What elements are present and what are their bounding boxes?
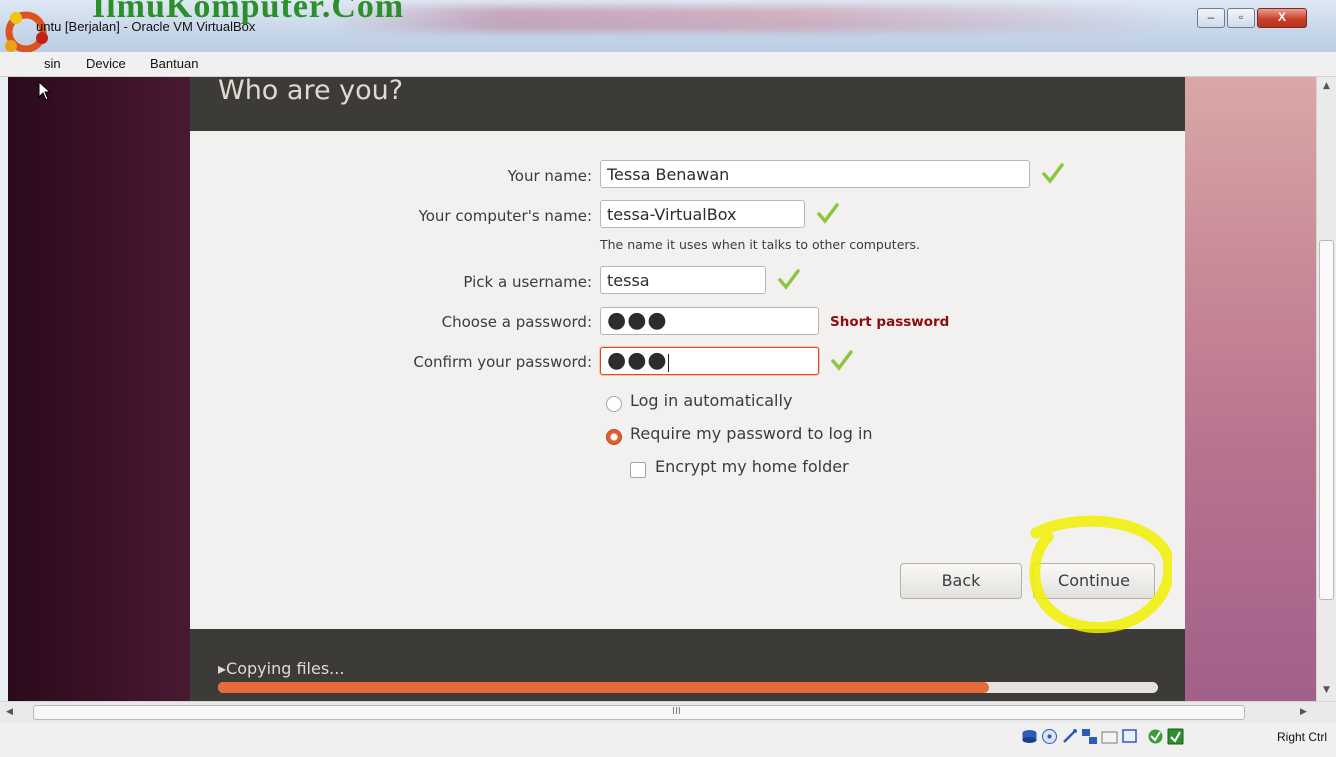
menu-device[interactable]: Device	[86, 56, 126, 71]
checkmark-icon	[831, 350, 853, 371]
titlebar-glow	[330, 6, 1170, 32]
keyboard-capture-icon[interactable]	[1167, 728, 1184, 745]
maximize-button[interactable]: ▫	[1227, 8, 1255, 28]
computer-name-label: Your computer's name:	[418, 207, 592, 225]
expander-arrow-icon: ▸	[218, 659, 227, 678]
password-input[interactable]: ●●●	[600, 307, 819, 335]
checkmark-icon	[1042, 163, 1064, 184]
maximize-icon: ▫	[1238, 10, 1244, 24]
vertical-scrollbar[interactable]: ▲ ▼	[1316, 77, 1336, 701]
username-input[interactable]: tessa	[600, 266, 766, 294]
desktop-wallpaper	[1185, 77, 1316, 701]
network-icon[interactable]	[1081, 728, 1098, 745]
scroll-grip: III	[672, 706, 681, 717]
installer-footer: ▸Copying files...	[190, 629, 1185, 701]
installer-header: Who are you?	[190, 77, 1185, 131]
checkmark-icon	[817, 203, 839, 224]
window-titlebar: IlmuKomputer.Com untu [Berjalan] - Oracl…	[0, 0, 1336, 53]
auto-login-radio[interactable]	[606, 396, 622, 412]
copying-files-label: Copying files...	[226, 659, 345, 678]
confirm-password-input[interactable]: ●●●	[600, 347, 819, 375]
optical-drive-icon[interactable]	[1041, 728, 1058, 745]
scroll-right-arrow-icon[interactable]: ▶	[1300, 707, 1307, 717]
checkmark-icon	[778, 269, 800, 290]
minimize-icon: –	[1207, 10, 1215, 24]
confirm-password-label: Confirm your password:	[413, 353, 592, 371]
display-icon[interactable]	[1121, 728, 1138, 745]
require-password-radio[interactable]	[606, 429, 622, 445]
computer-name-input[interactable]: tessa-VirtualBox	[600, 200, 805, 228]
menu-bantuan[interactable]: Bantuan	[150, 56, 198, 71]
host-key-label: Right Ctrl	[1277, 730, 1328, 744]
your-name-input[interactable]: Tessa Benawan	[600, 160, 1030, 188]
encrypt-home-checkbox[interactable]	[630, 462, 646, 478]
menu-bar: sin Device Bantuan	[0, 52, 1336, 77]
auto-login-label[interactable]: Log in automatically	[630, 391, 792, 410]
page-title: Who are you?	[218, 77, 404, 106]
horizontal-scroll-thumb[interactable]: III	[33, 705, 1245, 720]
back-button[interactable]: Back	[900, 563, 1022, 599]
vertical-scroll-thumb[interactable]	[1319, 240, 1334, 600]
text-cursor	[667, 353, 669, 372]
scroll-down-arrow-icon[interactable]: ▼	[1323, 685, 1330, 695]
computer-name-hint: The name it uses when it talks to other …	[600, 237, 921, 252]
scroll-left-arrow-icon[interactable]: ◀	[6, 707, 13, 717]
short-password-warning: Short password	[830, 314, 950, 330]
require-password-label[interactable]: Require my password to log in	[630, 424, 873, 443]
horizontal-scrollbar[interactable]: ◀ III ▶	[0, 701, 1336, 723]
shared-folders-icon[interactable]	[1101, 728, 1118, 745]
usb-icon[interactable]	[1061, 728, 1078, 745]
mouse-pointer-icon	[38, 81, 52, 101]
install-progress-fill	[218, 682, 989, 693]
menu-mesin[interactable]: sin	[44, 56, 61, 71]
confirm-password-mask: ●●●	[607, 348, 668, 373]
install-progress-bar	[218, 682, 1158, 693]
close-button[interactable]: X	[1257, 8, 1307, 28]
your-name-label: Your name:	[507, 167, 592, 185]
copying-files-status[interactable]: ▸Copying files...	[218, 659, 344, 678]
vm-status-bar: Right Ctrl	[0, 723, 1336, 757]
highlight-annotation	[1029, 515, 1172, 634]
window-title: untu [Berjalan] - Oracle VM VirtualBox	[36, 19, 256, 34]
password-label: Choose a password:	[441, 313, 592, 331]
scroll-up-arrow-icon[interactable]: ▲	[1323, 81, 1330, 91]
hard-disk-icon[interactable]	[1021, 728, 1038, 745]
close-icon: X	[1277, 10, 1286, 24]
encrypt-home-label[interactable]: Encrypt my home folder	[655, 457, 849, 476]
capture-icon[interactable]	[1147, 728, 1164, 745]
password-mask: ●●●	[607, 308, 668, 333]
username-label: Pick a username:	[463, 273, 592, 291]
minimize-button[interactable]: –	[1197, 8, 1225, 28]
